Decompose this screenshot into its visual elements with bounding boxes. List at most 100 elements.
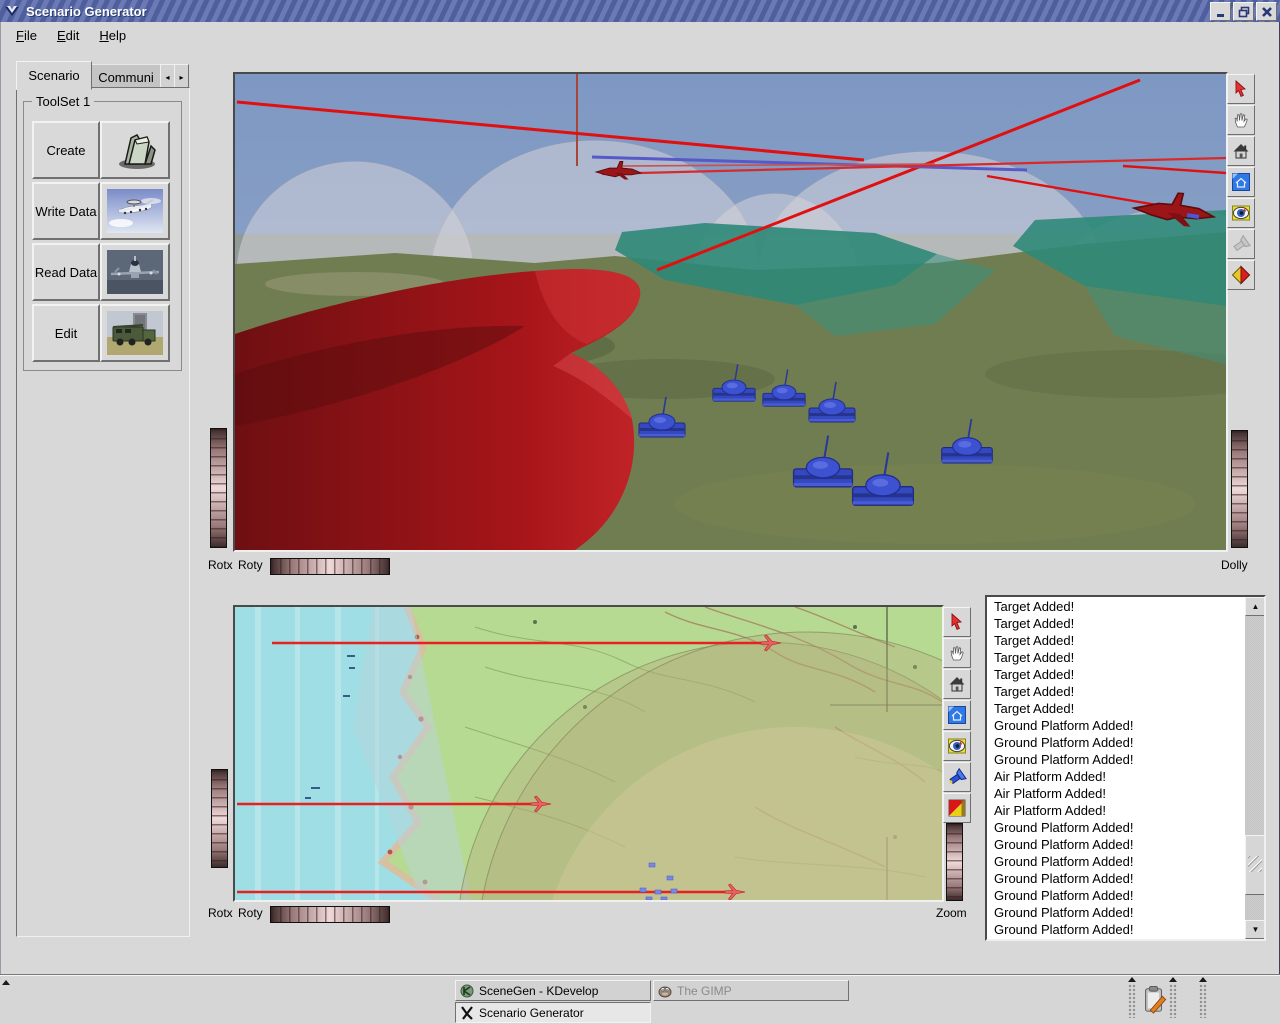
app-window-icon [4, 3, 20, 19]
home-house-icon [1231, 141, 1251, 161]
log-entry: Target Added! [994, 649, 1245, 666]
home-view-button[interactable] [1227, 136, 1255, 166]
view-all-blueprint-icon [947, 705, 967, 725]
write-data-button[interactable]: Write Data [32, 182, 100, 240]
kdevelop-icon [460, 984, 474, 998]
viewer-map-roty-thumbwheel[interactable] [270, 906, 390, 923]
scroll-up-button[interactable]: ▲ [1245, 597, 1266, 616]
headlight-flashlight-icon [947, 767, 967, 787]
read-data-image-button[interactable] [100, 243, 170, 301]
task-label: The GIMP [677, 984, 732, 998]
scene-map [235, 607, 942, 900]
pan-hand-icon [947, 643, 967, 663]
map-pick-mode-button[interactable] [943, 607, 971, 637]
gimp-wilber-icon [658, 984, 672, 998]
log-entry: Air Platform Added! [994, 802, 1245, 819]
edit-button[interactable]: Edit [32, 304, 100, 362]
pick-arrow-icon [947, 612, 967, 632]
scenario-generator-window: Scenario Generator File Edit Help Scena [0, 0, 1280, 1024]
scrollbar-thumb[interactable] [1245, 835, 1266, 895]
x11-default-icon [460, 1006, 474, 1020]
home-house-icon [947, 674, 967, 694]
viewer-map-canvas[interactable] [233, 605, 944, 902]
seek-eye-icon [1231, 203, 1251, 223]
map-home-view-button[interactable] [943, 669, 971, 699]
viewer-3d-roty-thumbwheel[interactable] [270, 558, 390, 575]
viewer-3d-canvas[interactable] [233, 72, 1228, 552]
view-mode-button[interactable] [1227, 105, 1255, 135]
scroll-down-button[interactable]: ▼ [1245, 920, 1266, 939]
minimize-button[interactable] [1210, 2, 1231, 21]
folder-open-icon [107, 128, 163, 172]
dolly-label: Dolly [1221, 558, 1248, 572]
menu-file[interactable]: File [16, 28, 37, 43]
fighter-jet-photo [107, 250, 163, 294]
log-scrollbar[interactable]: ▲ ▼ [1245, 597, 1264, 939]
viewer-3d-rotx-thumbwheel[interactable] [210, 428, 227, 548]
map-rotx-label: Rotx [208, 906, 233, 920]
write-data-image-button[interactable] [100, 182, 170, 240]
tab-scenario[interactable]: Scenario [16, 61, 92, 90]
tray-handle-arrow[interactable] [1128, 977, 1136, 982]
log-entry: Ground Platform Added! [994, 887, 1245, 904]
window-title: Scenario Generator [26, 4, 147, 19]
titlebar[interactable]: Scenario Generator [0, 0, 1280, 22]
clock-handle[interactable] [1199, 984, 1207, 1018]
roty-label: Roty [238, 558, 263, 572]
clock-handle-arrow[interactable] [1199, 977, 1207, 982]
log-entry: Ground Platform Added! [994, 717, 1245, 734]
klipper-tray-icon[interactable] [1140, 984, 1168, 1021]
map-camera-type-button[interactable] [943, 793, 971, 823]
viewer-map-zoom-thumbwheel[interactable] [946, 823, 963, 901]
log-entry: Ground Platform Added! [994, 904, 1245, 921]
camera-type-diamond-icon [1231, 265, 1251, 285]
seek-button[interactable] [1227, 198, 1255, 228]
read-data-button[interactable]: Read Data [32, 243, 100, 301]
headlight-flashlight-disabled-icon [1231, 234, 1251, 254]
camera-type-flag-icon [947, 798, 967, 818]
task-scenario-generator[interactable]: Scenario Generator [455, 1002, 651, 1023]
log-entry: Air Platform Added! [994, 785, 1245, 802]
edit-image-button[interactable] [100, 304, 170, 362]
close-icon [1261, 6, 1273, 18]
applet-handle-arrow[interactable] [1169, 977, 1177, 982]
map-headlight-button[interactable] [943, 762, 971, 792]
task-label: SceneGen - KDevelop [479, 984, 598, 998]
log-entry: Ground Platform Added! [994, 836, 1245, 853]
minimize-icon [1215, 6, 1227, 18]
create-folder-button[interactable] [100, 121, 170, 179]
log-entry: Target Added! [994, 683, 1245, 700]
map-seek-button[interactable] [943, 731, 971, 761]
event-log-list[interactable]: Target Added!Target Added!Target Added!T… [985, 595, 1266, 941]
viewer-3d-dolly-thumbwheel[interactable] [1231, 430, 1248, 548]
menubar: File Edit Help [0, 22, 1280, 48]
log-entry: Ground Platform Added! [994, 819, 1245, 836]
log-entry: Target Added! [994, 700, 1245, 717]
menu-edit[interactable]: Edit [57, 28, 79, 43]
headlight-button-disabled[interactable] [1227, 229, 1255, 259]
panel-hide-arrow[interactable] [2, 980, 10, 985]
menu-help[interactable]: Help [99, 28, 126, 43]
close-button[interactable] [1256, 2, 1277, 21]
view-all-button[interactable] [1227, 167, 1255, 197]
pick-mode-button[interactable] [1227, 74, 1255, 104]
restore-button[interactable] [1233, 2, 1254, 21]
pan-hand-icon [1231, 110, 1251, 130]
toolset-title: ToolSet 1 [32, 94, 94, 109]
kde-panel: 1 2 3 4 ▲ SceneGen - KDevelop The GIMP [0, 975, 1280, 1024]
camera-type-button[interactable] [1227, 260, 1255, 290]
restore-icon [1238, 6, 1250, 18]
tray-handle[interactable] [1128, 984, 1136, 1018]
military-truck-photo [107, 311, 163, 355]
viewer-map-rotx-thumbwheel[interactable] [211, 769, 228, 868]
klipper-icon [1140, 984, 1168, 1016]
create-button[interactable]: Create [32, 121, 100, 179]
map-view-all-button[interactable] [943, 700, 971, 730]
task-kdevelop[interactable]: SceneGen - KDevelop [455, 980, 651, 1001]
seek-eye-icon [947, 736, 967, 756]
zoom-label: Zoom [936, 906, 967, 920]
rotx-label: Rotx [208, 558, 233, 572]
task-gimp[interactable]: The GIMP [653, 980, 849, 1001]
map-view-mode-button[interactable] [943, 638, 971, 668]
applet-handle[interactable] [1169, 984, 1177, 1018]
